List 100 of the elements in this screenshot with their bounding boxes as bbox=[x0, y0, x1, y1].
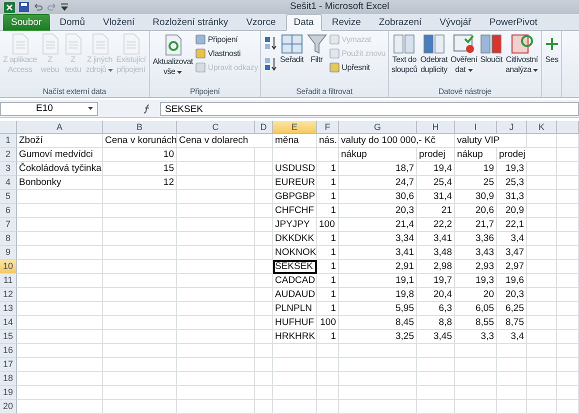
column-header[interactable]: H bbox=[417, 121, 455, 134]
caret-icon bbox=[177, 70, 182, 74]
table-cell bbox=[255, 190, 273, 204]
ribbon-button[interactable]: Text do sloupců bbox=[390, 33, 418, 74]
column-header[interactable]: D bbox=[255, 121, 273, 134]
table-cell bbox=[255, 176, 273, 190]
table-cell: JPYJPY bbox=[273, 218, 317, 232]
row-header[interactable]: 16 bbox=[0, 344, 17, 358]
formula-field[interactable]: SEKSEK bbox=[160, 102, 579, 116]
row-header[interactable]: 10 bbox=[0, 260, 17, 274]
name-box[interactable]: E10 bbox=[0, 102, 98, 116]
ribbon-button[interactable]: Aktualizovat vše bbox=[152, 33, 194, 76]
ribbon-button[interactable]: Sloučit bbox=[479, 33, 504, 64]
save-icon[interactable] bbox=[19, 2, 29, 12]
caret-icon bbox=[533, 68, 538, 72]
table-cell: 1 bbox=[317, 162, 339, 176]
table-cell bbox=[273, 372, 317, 386]
table-cell: Čokoládová tyčinka bbox=[17, 162, 103, 176]
column-header[interactable]: E bbox=[273, 121, 317, 134]
ribbon-tab[interactable]: Revize bbox=[324, 14, 369, 31]
ribbon-button[interactable]: Seřadit bbox=[279, 33, 305, 64]
file-tab[interactable]: Soubor bbox=[3, 14, 50, 31]
ribbon-button[interactable]: Ses bbox=[544, 33, 560, 64]
row-header[interactable]: 11 bbox=[0, 274, 17, 288]
table-cell bbox=[317, 372, 339, 386]
column-header[interactable]: I bbox=[455, 121, 497, 134]
table-cell bbox=[255, 260, 273, 274]
table-cell bbox=[527, 134, 557, 148]
sort-button[interactable] bbox=[263, 34, 278, 52]
ribbon-button[interactable]: Ověření dat bbox=[449, 33, 478, 74]
ribbon-tab[interactable]: Data bbox=[286, 14, 322, 31]
row-header[interactable]: 19 bbox=[0, 386, 17, 400]
table-cell: 6,3 bbox=[417, 302, 455, 316]
row-header[interactable]: 14 bbox=[0, 316, 17, 330]
customize-icon[interactable] bbox=[61, 2, 68, 12]
caret-icon bbox=[468, 68, 473, 72]
column-header[interactable]: G bbox=[339, 121, 417, 134]
table-cell: 19,1 bbox=[339, 274, 417, 288]
table-cell bbox=[557, 316, 579, 330]
table-cell: USDUSD bbox=[273, 162, 317, 176]
ribbon-tab[interactable]: Zobrazení bbox=[370, 14, 430, 31]
column-header[interactable]: F bbox=[317, 121, 339, 134]
column-header[interactable]: A bbox=[17, 121, 103, 134]
plus-icon bbox=[546, 38, 558, 50]
table-cell: 20,3 bbox=[339, 204, 417, 218]
table-cell: 10 bbox=[103, 148, 177, 162]
row-header[interactable]: 6 bbox=[0, 204, 17, 218]
table-cell: 19,8 bbox=[339, 288, 417, 302]
row-header[interactable]: 9 bbox=[0, 246, 17, 260]
ribbon-button[interactable]: Připojení bbox=[194, 34, 258, 45]
ribbon-button[interactable]: Filtr bbox=[306, 33, 328, 64]
table-cell bbox=[557, 400, 579, 414]
ribbon-tab[interactable]: PowerPivot bbox=[481, 14, 546, 31]
row-header[interactable]: 4 bbox=[0, 176, 17, 190]
ribbon-button[interactable]: Citlivostní analýza bbox=[504, 33, 540, 74]
undo-icon[interactable] bbox=[33, 2, 43, 12]
row-header[interactable]: 17 bbox=[0, 358, 17, 372]
ribbon-button[interactable]: Vlastnosti bbox=[194, 48, 258, 59]
ribbon-button[interactable]: Odebrat duplicity bbox=[419, 33, 448, 74]
column-header[interactable]: C bbox=[177, 121, 255, 134]
row-header[interactable]: 12 bbox=[0, 288, 17, 302]
ribbon-tab[interactable]: Rozložení stránky bbox=[144, 14, 236, 31]
ribbon-button[interactable]: Upřesnit bbox=[328, 62, 386, 73]
table-cell: 1 bbox=[317, 274, 339, 288]
ribbon-tab[interactable]: Vložení bbox=[94, 14, 143, 31]
row-header[interactable]: 5 bbox=[0, 190, 17, 204]
ribbon-tab[interactable]: Vzorce bbox=[238, 14, 284, 31]
function-icon[interactable] bbox=[142, 104, 152, 114]
table-cell: nás. bbox=[317, 134, 339, 148]
table-cell: 24,7 bbox=[339, 176, 417, 190]
row-header[interactable]: 7 bbox=[0, 218, 17, 232]
table-cell bbox=[255, 372, 273, 386]
table-cell: 20 bbox=[455, 288, 497, 302]
row-header[interactable]: 2 bbox=[0, 148, 17, 162]
row-header[interactable]: 18 bbox=[0, 372, 17, 386]
row-header[interactable]: 15 bbox=[0, 330, 17, 344]
table-cell bbox=[527, 288, 557, 302]
caret-icon bbox=[88, 107, 93, 110]
row-header[interactable]: 13 bbox=[0, 302, 17, 316]
column-header[interactable]: K bbox=[527, 121, 557, 134]
column-header[interactable]: B bbox=[103, 121, 177, 134]
table-cell bbox=[317, 386, 339, 400]
table-cell: 19,3 bbox=[455, 274, 497, 288]
row-header[interactable]: 1 bbox=[0, 134, 17, 148]
table-cell: valuty VIP bbox=[455, 134, 527, 148]
row-header[interactable]: 3 bbox=[0, 162, 17, 176]
table-cell: 22,2 bbox=[417, 218, 455, 232]
table-cell bbox=[527, 246, 557, 260]
row-header[interactable]: 20 bbox=[0, 400, 17, 414]
table-cell bbox=[273, 386, 317, 400]
row-header[interactable]: 8 bbox=[0, 232, 17, 246]
column-header[interactable]: J bbox=[497, 121, 527, 134]
funnel-icon bbox=[306, 33, 327, 55]
sort-button[interactable] bbox=[263, 55, 278, 73]
table-cell bbox=[255, 400, 273, 414]
table-cell bbox=[417, 386, 455, 400]
table-cell bbox=[527, 232, 557, 246]
table-cell: Cena v dolarech bbox=[177, 134, 273, 148]
ribbon-tab[interactable]: Vývojář bbox=[432, 14, 480, 31]
ribbon-tab[interactable]: Domů bbox=[52, 14, 93, 31]
